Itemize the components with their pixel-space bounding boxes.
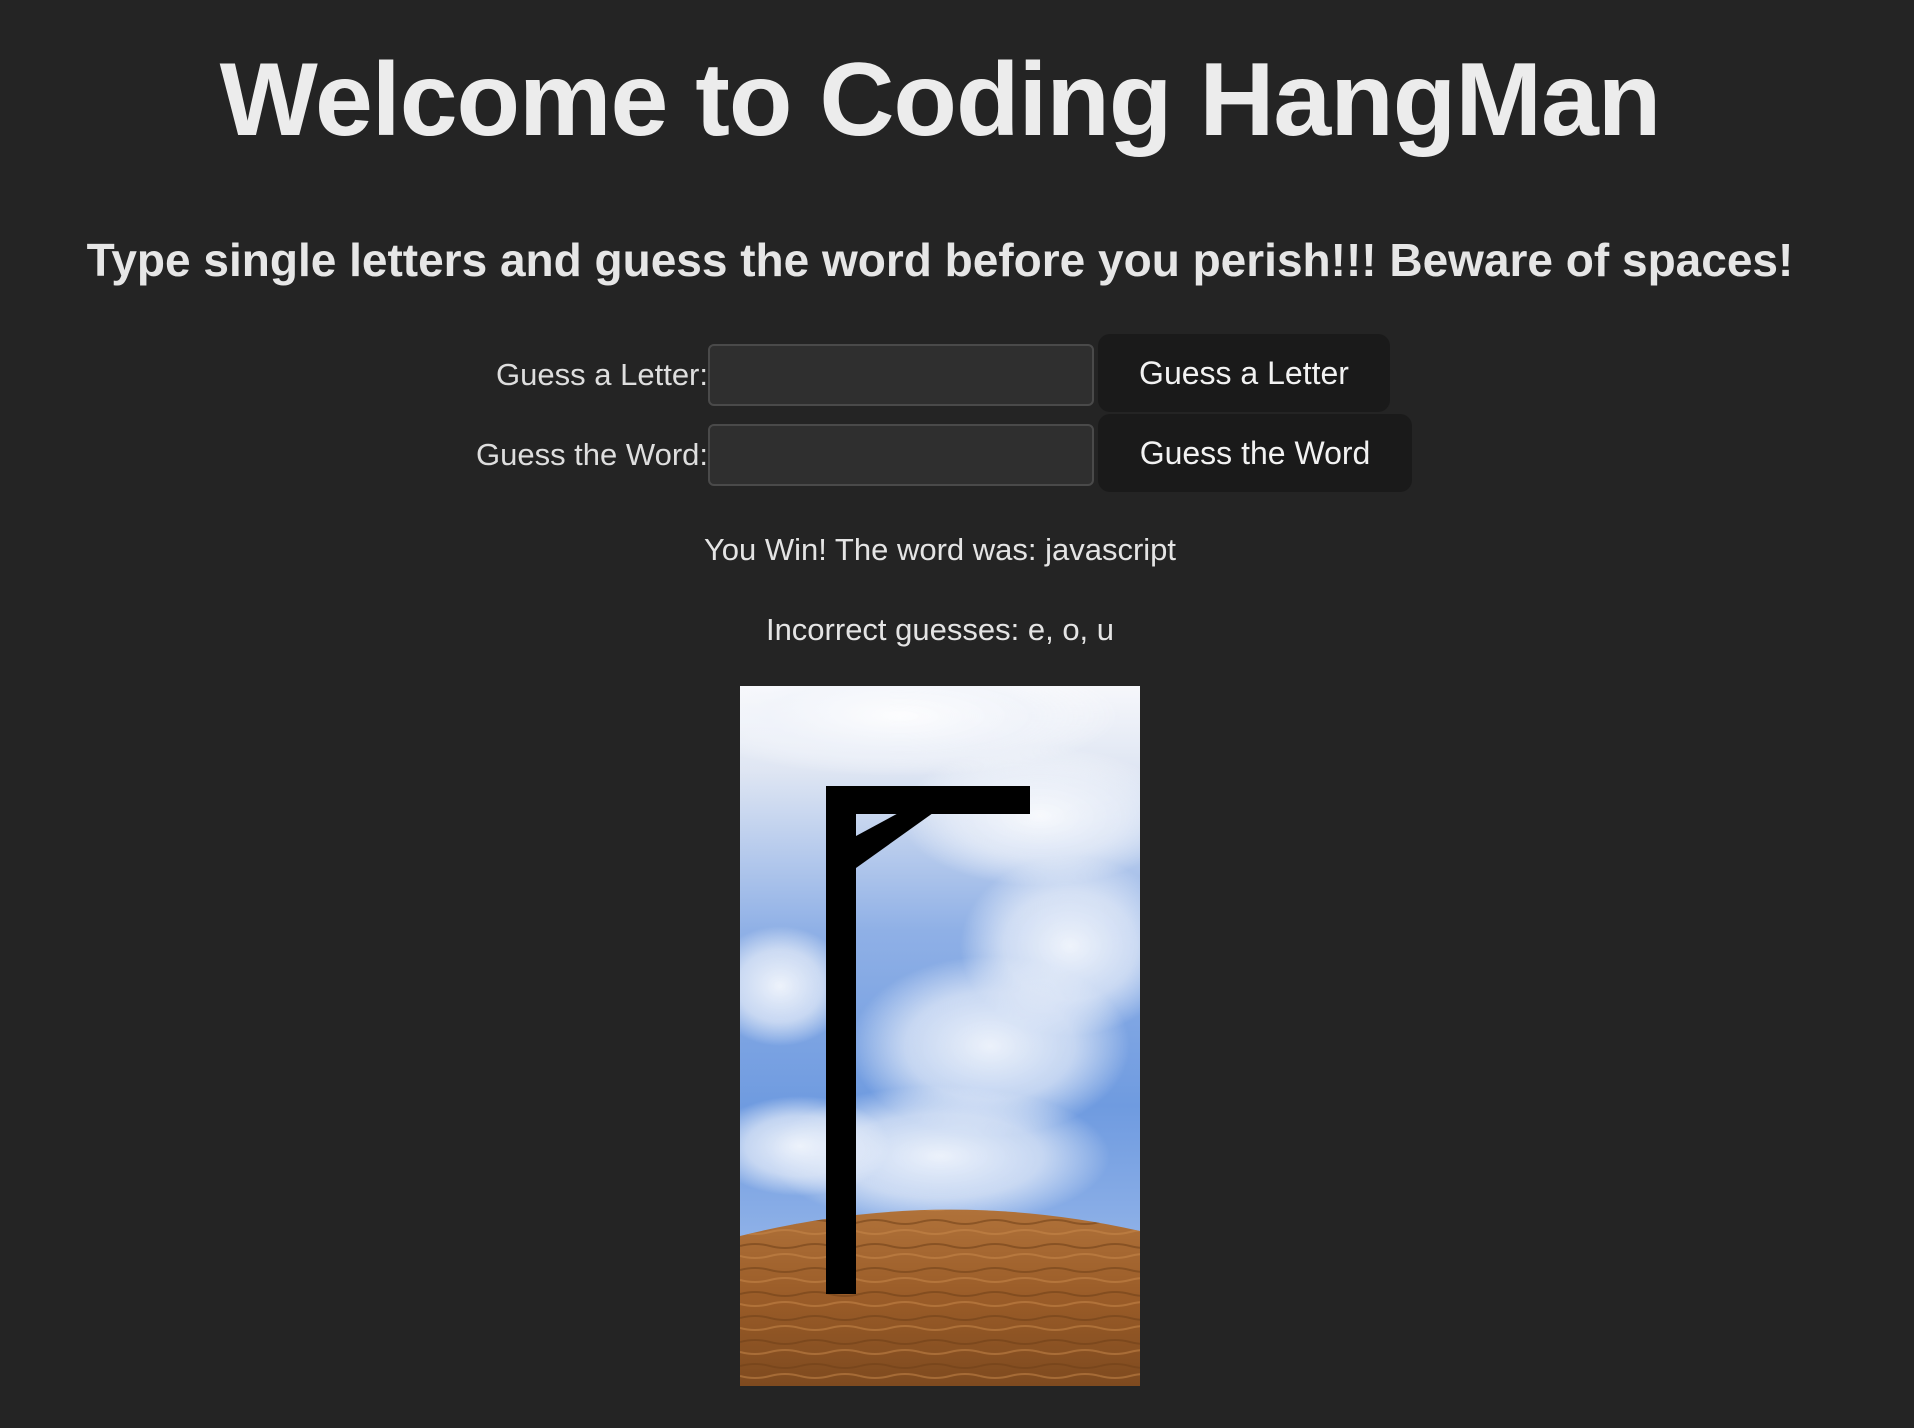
result-message: You Win! The word was: javascript — [703, 532, 1177, 567]
gallows-post — [826, 786, 856, 1294]
page-title: Welcome to Coding HangMan — [219, 42, 1662, 158]
word-guess-row: Guess the Word: Guess the Word — [0, 414, 1914, 492]
word-guess-input[interactable] — [708, 424, 1094, 486]
hangman-canvas — [740, 686, 1140, 1386]
guess-letter-button[interactable]: Guess a Letter — [1098, 334, 1390, 412]
incorrect-guesses: Incorrect guesses: e, o, u — [765, 612, 1115, 647]
letter-guess-input[interactable] — [708, 344, 1094, 406]
letter-guess-row: Guess a Letter: Guess a Letter — [0, 334, 1914, 412]
instructions-subtitle: Type single letters and guess the word b… — [86, 234, 1794, 286]
letter-guess-label: Guess a Letter: — [496, 357, 708, 392]
word-guess-label: Guess the Word: — [475, 437, 708, 472]
hangman-scene — [740, 686, 1140, 1386]
guess-word-button[interactable]: Guess the Word — [1098, 414, 1412, 492]
hangman-page: Welcome to Coding HangMan Type single le… — [0, 0, 1914, 1428]
